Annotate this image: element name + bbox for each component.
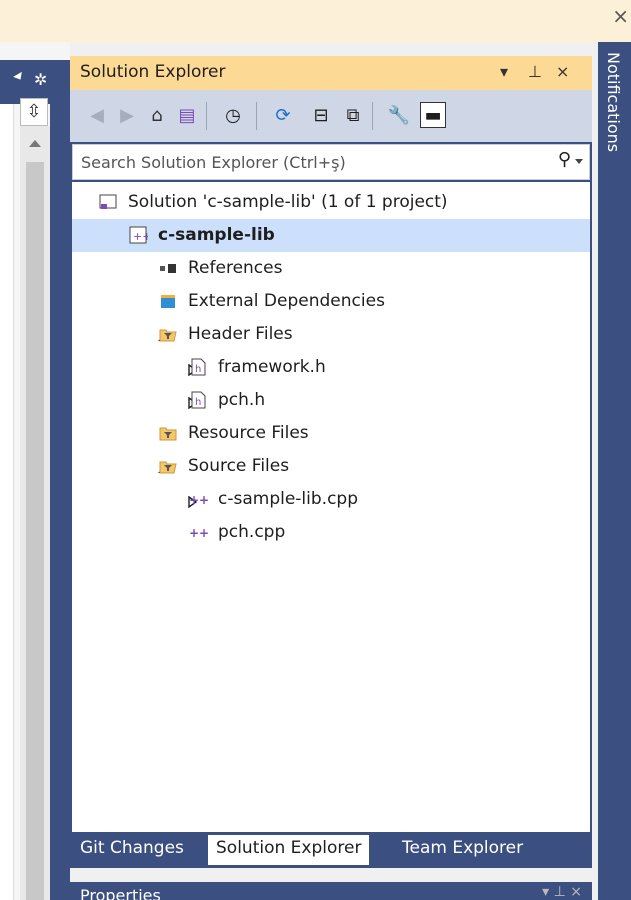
tree-item-label: Header Files [188,324,293,344]
switch-views-icon[interactable]: ▤ [174,102,200,128]
forward-icon[interactable]: ▶ [114,102,140,128]
tree-item[interactable]: h framework.h [72,351,590,384]
search-input[interactable]: Search Solution Explorer (Ctrl+ş) [81,153,346,172]
solution-explorer-panel: Solution Explorer ▾ ⊥ × ◀ ▶ ⌂ ▤ ◷ ⟳ ⊟ ⧉ 🔧 ▬ Searc… [70,56,592,868]
solution-icon [98,192,118,212]
tree-item[interactable]: References [72,252,590,285]
properties-controls[interactable]: ▾ ⊥ × [542,884,582,900]
gear-icon[interactable]: ✲ [34,70,47,89]
tree-item[interactable]: h pch.h [72,384,590,417]
home-icon[interactable]: ⌂ [144,102,170,128]
solution-explorer-toolbar: ◀ ▶ ⌂ ▤ ◷ ⟳ ⊟ ⧉ 🔧 ▬ [70,90,592,142]
sync-icon[interactable]: ⟳ [270,102,296,128]
properties-icon[interactable]: 🔧 [386,102,412,128]
toolbar-separator [372,102,373,130]
tree-item-label: Solution 'c-sample-lib' (1 of 1 project) [128,192,448,212]
tree-item-label: Source Files [188,456,290,476]
pin-icon[interactable]: ⊥ [528,62,542,81]
filter-folder-icon [158,423,178,443]
filter-folder-open-icon [158,456,178,476]
filter-folder-open-icon [158,324,178,344]
tab-git-changes[interactable]: Git Changes [72,835,192,865]
split-editor-button[interactable]: ⇳ [20,98,48,126]
left-pane-strip [0,104,14,900]
show-all-files-icon[interactable]: ⧉ [340,102,366,128]
properties-panel-header[interactable]: Properties ▾ ⊥ × [70,882,592,900]
tree-item-label: pch.cpp [218,522,286,542]
collapse-all-icon[interactable]: ⊟ [308,102,334,128]
header-file-icon: h [188,357,208,377]
svg-text:++: ++ [189,526,208,540]
back-icon[interactable]: ◀ [84,102,110,128]
pending-changes-filter-icon[interactable]: ◷ [220,102,246,128]
search-box[interactable]: Search Solution Explorer (Ctrl+ş) ⚲ [72,144,590,180]
toolbar-separator [256,102,257,130]
notifications-label: Notifications [604,52,623,153]
tree-item-label: c-sample-lib.cpp [218,489,358,509]
panel-title: Solution Explorer [80,62,226,82]
window-position-dropdown-icon[interactable]: ▾ [500,62,508,81]
tree-item-label: framework.h [218,357,326,377]
svg-text:++: ++ [133,230,148,243]
panel-tabs: Git Changes Solution Explorer Team Explore… [70,832,592,868]
tree-item[interactable]: Header Files [72,318,590,351]
tree-item[interactable]: Solution 'c-sample-lib' (1 of 1 project) [72,186,590,219]
tree-item[interactable]: Source Files [72,450,590,483]
header-file-icon: h [188,390,208,410]
cpp-file-icon: ++ [188,522,209,542]
left-divider [50,104,70,900]
tree-item[interactable]: ++ pch.cpp [72,516,590,549]
cpp-project-icon: ++ [128,225,151,245]
window-close-icon[interactable]: × [612,6,629,26]
search-icon[interactable]: ⚲ [558,149,571,170]
svg-text:h: h [195,364,201,375]
scroll-up-icon[interactable] [29,140,41,147]
notifications-side-tab[interactable]: Notifications [598,42,631,900]
scrollbar-track[interactable] [26,162,44,900]
dropdown-arrow-icon[interactable] [13,71,25,83]
solution-tree: Solution 'c-sample-lib' (1 of 1 project)… [72,182,590,832]
tab-solution-explorer[interactable]: Solution Explorer [208,835,370,865]
tree-item-label: pch.h [218,390,266,410]
tree-item-label: Resource Files [188,423,309,443]
panel-title-bar[interactable]: Solution Explorer ▾ ⊥ × [70,56,592,90]
window-top-strip: × [0,0,631,42]
tree-item-label: c-sample-lib [158,225,275,245]
panel-close-icon[interactable]: × [556,62,569,81]
cpp-file-icon: ++ [188,489,209,509]
tree-item[interactable]: Resource Files [72,417,590,450]
left-editor-edge: ✲ ⇳ [0,42,70,900]
tab-team-explorer[interactable]: Team Explorer [394,835,531,865]
properties-title: Properties [80,886,161,900]
references-icon [158,258,178,278]
toolbar-separator [206,102,207,130]
svg-text:h: h [195,397,201,408]
external-dependencies-icon [158,291,178,311]
tree-item-label: External Dependencies [188,291,385,311]
editor-scrollbar[interactable] [20,126,50,900]
svg-text:++: ++ [189,493,208,507]
preview-icon[interactable]: ▬ [420,102,446,128]
tree-item-label: References [188,258,283,278]
tree-item[interactable]: ++ c-sample-lib [72,219,590,252]
tree-item[interactable]: External Dependencies [72,285,590,318]
search-options-dropdown-icon[interactable] [575,159,583,164]
tree-item[interactable]: ++ c-sample-lib.cpp [72,483,590,516]
